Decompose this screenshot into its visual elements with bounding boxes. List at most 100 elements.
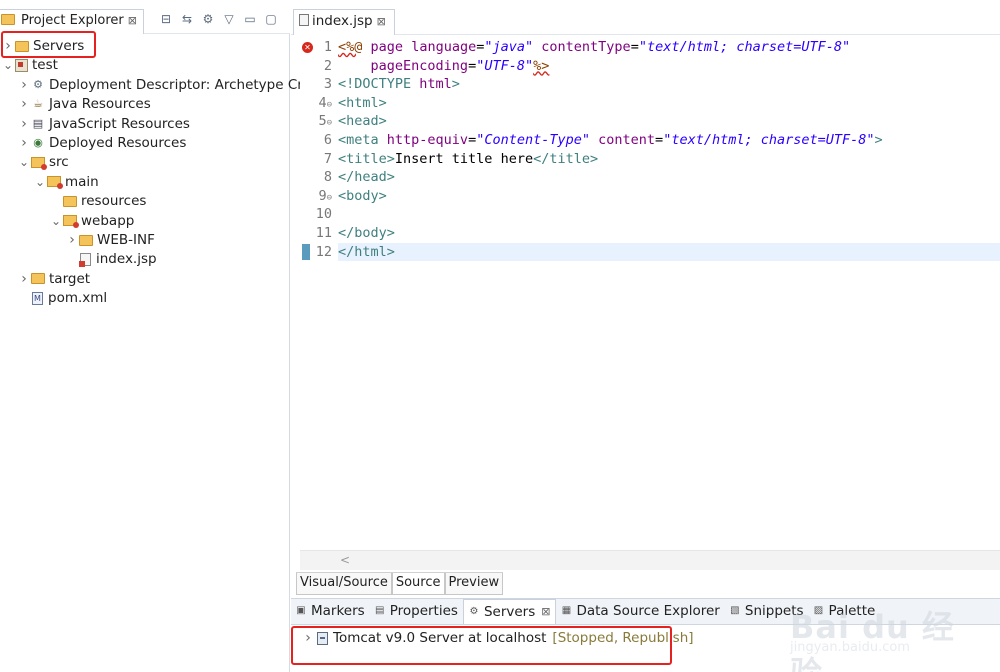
line-number-text: 4 <box>318 94 327 111</box>
chevron-right-icon[interactable]: › <box>18 77 30 93</box>
tree-item[interactable]: resources <box>50 192 146 211</box>
chevron-down-icon[interactable]: ⌄ <box>18 155 30 169</box>
chevron-right-icon[interactable]: › <box>18 116 30 132</box>
code-line: pageEncoding="UTF-8"%> <box>338 57 550 76</box>
line-number-text: 6 <box>323 132 332 148</box>
tree-item-label: JavaScript Resources <box>49 115 190 132</box>
markers-icon: ▣ <box>296 605 306 616</box>
scroll-left-arrow-icon[interactable]: < <box>340 553 350 567</box>
chevron-right-icon[interactable]: › <box>2 38 14 54</box>
folder-icon <box>79 234 93 246</box>
chevron-down-icon[interactable]: ⌄ <box>50 214 62 228</box>
code-token: language <box>411 39 477 55</box>
tab-data-source-explorer[interactable]: ▦ Data Source Explorer <box>556 599 724 624</box>
bottom-tab-bar: ▣ Markers ▤ Properties ⚙ Servers ⊠ ▦ Data Source… <box>291 599 1000 625</box>
line-number-text: 11 <box>315 225 332 241</box>
folder-icon <box>31 273 45 285</box>
tree-item[interactable]: › Servers <box>2 37 84 56</box>
tab-servers[interactable]: ⚙ Servers ⊠ <box>462 599 557 624</box>
code-token: "java" <box>484 39 534 55</box>
code-area[interactable]: <%@ page language="java" contentType="te… <box>338 36 1000 550</box>
chevron-right-icon[interactable]: › <box>66 232 78 248</box>
maximize-icon[interactable]: ▢ <box>264 12 278 26</box>
tree-item[interactable]: ⌄ main <box>34 172 99 191</box>
tree-item[interactable]: › ◉ Deployed Resources <box>18 134 186 153</box>
code-token: = <box>655 132 664 148</box>
project-explorer-tab-label: Project Explorer <box>21 13 124 28</box>
tab-snippets[interactable]: ▧ Snippets <box>725 599 809 624</box>
tree-item-label: WEB-INF <box>97 232 155 248</box>
chevron-right-icon[interactable]: › <box>18 96 30 112</box>
tree-item[interactable]: › target <box>18 269 90 288</box>
code-token: <title> <box>338 150 395 167</box>
line-number: 10 <box>300 205 332 224</box>
code-editor[interactable]: ✕ 1 2 3 4⊖ 5⊖ 6 7 8 9⊖ 10 11 12 <%@ page language="j… <box>300 36 1000 550</box>
close-icon[interactable]: ⊠ <box>541 605 550 618</box>
tab-preview[interactable]: Preview <box>444 573 504 595</box>
server-row[interactable]: › Tomcat v9.0 Server at localhost [Stopped… <box>301 629 693 647</box>
line-number: 5⊖ <box>300 112 332 131</box>
servers-list: › Tomcat v9.0 Server at localhost [Stopped… <box>291 626 1000 672</box>
tree-item[interactable]: › ▤ JavaScript Resources <box>18 114 190 133</box>
line-number-gutter: ✕ 1 2 3 4⊖ 5⊖ 6 7 8 9⊖ 10 11 12 <box>300 36 336 550</box>
tree-item[interactable]: ⌄ test <box>2 56 58 75</box>
deployment-descriptor-icon: ⚙ <box>33 77 43 91</box>
tab-source[interactable]: Source <box>391 573 445 595</box>
tree-item-label: index.jsp <box>96 251 157 268</box>
tab-label: Palette <box>828 603 876 619</box>
code-token: Insert title here <box>394 150 534 167</box>
code-token: = <box>468 57 477 74</box>
tree-item[interactable]: › ☕ Java Resources <box>18 95 151 114</box>
code-token: http-equiv <box>386 132 469 148</box>
tab-label: Servers <box>483 604 536 620</box>
chevron-down-icon[interactable]: ⌄ <box>34 175 46 189</box>
tab-label: Snippets <box>744 603 804 619</box>
chevron-right-icon[interactable]: › <box>301 630 315 646</box>
tab-visual-source[interactable]: Visual/Source <box>296 573 392 595</box>
code-token: </head> <box>338 169 395 186</box>
code-line: <title>Insert title here</title> <box>338 150 598 169</box>
tab-markers[interactable]: ▣ Markers <box>291 599 370 624</box>
tree-item[interactable]: Mpom.xml <box>18 289 107 308</box>
chevron-right-icon[interactable]: › <box>18 271 30 287</box>
code-token: <!DOCTYPE <box>338 76 420 93</box>
line-number-text: 8 <box>323 169 332 186</box>
code-token: %> <box>533 57 550 74</box>
collapse-all-icon[interactable]: ⊟ <box>159 12 173 26</box>
tab-palette[interactable]: ▨ Palette <box>809 599 881 624</box>
source-folder-icon <box>47 176 63 190</box>
horizontal-scrollbar[interactable]: < <box>300 550 1000 570</box>
source-folder-icon <box>63 215 79 229</box>
chevron-down-icon[interactable]: ⌄ <box>2 58 14 72</box>
fold-toggle-icon[interactable]: ⊖ <box>327 118 332 128</box>
filter-icon[interactable]: ⚙ <box>201 12 215 26</box>
minimize-icon[interactable]: ▭ <box>243 12 257 26</box>
line-number: 4⊖ <box>300 94 332 113</box>
tab-properties[interactable]: ▤ Properties <box>370 599 463 624</box>
line-number: 1 <box>300 38 332 57</box>
server-icon <box>317 631 328 645</box>
folder-icon <box>1 14 15 25</box>
tree-item[interactable]: ⌄ webapp <box>50 211 134 230</box>
tree-item[interactable]: ⌄ src <box>18 153 69 172</box>
close-icon[interactable]: ⊠ <box>377 15 386 28</box>
fold-toggle-icon[interactable]: ⊖ <box>327 193 332 203</box>
project-explorer-tab[interactable]: Project Explorer ⊠ <box>0 9 144 34</box>
view-menu-icon[interactable]: ▽ <box>222 12 236 26</box>
code-token: pageEncoding <box>370 57 469 74</box>
jsp-file-icon <box>299 14 309 26</box>
xml-file-icon: M <box>32 291 43 305</box>
code-token: contentType <box>541 39 631 55</box>
tree-item[interactable]: index.jsp <box>66 250 157 269</box>
chevron-right-icon[interactable]: › <box>18 135 30 151</box>
code-token: page <box>370 39 404 55</box>
tree-item[interactable]: › ⚙ Deployment Descriptor: Archetype Cre <box>18 75 311 94</box>
editor-tab-bar: index.jsp ⊠ <box>291 0 1000 35</box>
code-token: <%@ <box>338 39 363 55</box>
fold-toggle-icon[interactable]: ⊖ <box>327 100 332 110</box>
tree-item-label: test <box>32 57 58 74</box>
editor-tab-index-jsp[interactable]: index.jsp ⊠ <box>293 9 395 35</box>
tree-item[interactable]: › WEB-INF <box>66 231 155 250</box>
close-icon[interactable]: ⊠ <box>128 14 137 27</box>
link-with-editor-icon[interactable]: ⇆ <box>180 12 194 26</box>
